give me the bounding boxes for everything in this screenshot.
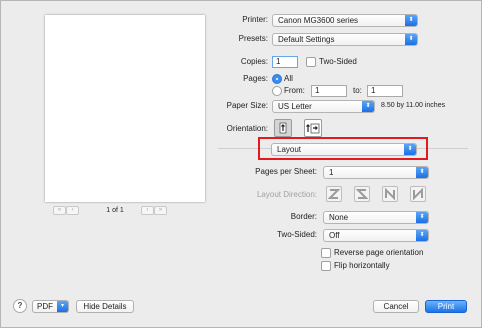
pages-range-radio[interactable] (272, 86, 282, 96)
pages-from-field[interactable]: 1 (311, 85, 347, 97)
flip-horizontally-label: Flip horizontally (334, 261, 390, 270)
border-select[interactable]: None ⬍ (323, 211, 429, 224)
presets-label: Presets: (238, 34, 268, 43)
two-sided-checkbox[interactable] (306, 57, 316, 67)
chevron-updown-icon: ⬍ (416, 167, 428, 178)
two-sided-value: Off (329, 231, 340, 240)
pages-label: Pages: (243, 74, 268, 83)
hide-details-button[interactable]: Hide Details (76, 300, 134, 313)
pages-per-sheet-label: Pages per Sheet: (255, 167, 317, 176)
print-dialog: « ‹ 1 of 1 › » Printer: Canon MG3600 ser… (0, 0, 482, 328)
copies-field[interactable]: 1 (272, 56, 298, 68)
z-direction-icon (327, 189, 341, 199)
border-label: Border: (290, 212, 317, 221)
chevron-updown-icon: ⬍ (416, 230, 428, 241)
orientation-label: Orientation: (226, 124, 268, 133)
pages-to-field[interactable]: 1 (367, 85, 403, 97)
reverse-n-direction-icon (413, 187, 423, 201)
flip-horizontally-checkbox[interactable] (321, 261, 331, 271)
layout-direction-reverse-n-button[interactable] (410, 186, 426, 202)
section-value: Layout (277, 145, 302, 154)
border-value: None (329, 213, 349, 222)
presets-value: Default Settings (278, 35, 335, 44)
two-sided-checkbox-label: Two-Sided (319, 57, 357, 66)
two-sided-label: Two-Sided: (276, 230, 317, 239)
page-preview (45, 15, 205, 202)
layout-direction-s-button[interactable] (354, 186, 370, 202)
paper-size-label: Paper Size: (226, 101, 268, 110)
copies-label: Copies: (240, 57, 268, 66)
two-sided-select[interactable]: Off ⬍ (323, 229, 429, 242)
reverse-orientation-checkbox[interactable] (321, 248, 331, 258)
layout-direction-z-button[interactable] (326, 186, 342, 202)
printer-select[interactable]: Canon MG3600 series ⬍ (272, 14, 418, 27)
reverse-orientation-label: Reverse page orientation (334, 248, 424, 257)
pages-all-label: All (284, 74, 293, 83)
layout-direction-n-button[interactable] (382, 186, 398, 202)
landscape-orientation-button[interactable] (304, 119, 322, 137)
page-counter: 1 of 1 (106, 207, 124, 214)
pages-per-sheet-select[interactable]: 1 ⬍ (323, 166, 429, 179)
cancel-button[interactable]: Cancel (373, 300, 419, 313)
portrait-orientation-button[interactable] (274, 119, 292, 137)
first-page-button[interactable]: « (53, 206, 66, 215)
printer-value: Canon MG3600 series (278, 16, 359, 25)
pages-to-label: to: (353, 86, 362, 95)
pages-all-radio[interactable] (272, 74, 282, 84)
portrait-icon (279, 122, 287, 134)
chevron-updown-icon: ⬍ (362, 101, 374, 112)
pages-from-label: From: (284, 86, 305, 95)
next-page-button[interactable]: › (141, 206, 154, 215)
chevron-updown-icon: ⬍ (416, 212, 428, 223)
n-direction-icon (385, 187, 395, 201)
last-page-button[interactable]: » (154, 206, 167, 215)
s-direction-icon (355, 189, 369, 199)
presets-select[interactable]: Default Settings ⬍ (272, 33, 418, 46)
layout-direction-label: Layout Direction: (256, 190, 317, 199)
print-button[interactable]: Print (425, 300, 467, 313)
chevron-updown-icon: ⬍ (404, 144, 416, 155)
paper-dimensions: 8.50 by 11.00 inches (381, 102, 446, 109)
pages-per-sheet-value: 1 (329, 168, 334, 177)
paper-size-select[interactable]: US Letter ⬍ (272, 100, 375, 113)
help-button[interactable]: ? (13, 299, 27, 313)
pdf-label: PDF (37, 302, 53, 311)
previous-page-button[interactable]: ‹ (66, 206, 79, 215)
chevron-updown-icon: ⬍ (405, 15, 417, 26)
paper-size-value: US Letter (278, 102, 312, 111)
chevron-down-icon: ▾ (57, 301, 68, 312)
pdf-menu-button[interactable]: PDF ▾ (32, 300, 69, 313)
landscape-icon (306, 123, 320, 134)
printer-label: Printer: (242, 15, 268, 24)
chevron-updown-icon: ⬍ (405, 34, 417, 45)
section-select[interactable]: Layout ⬍ (271, 143, 417, 156)
